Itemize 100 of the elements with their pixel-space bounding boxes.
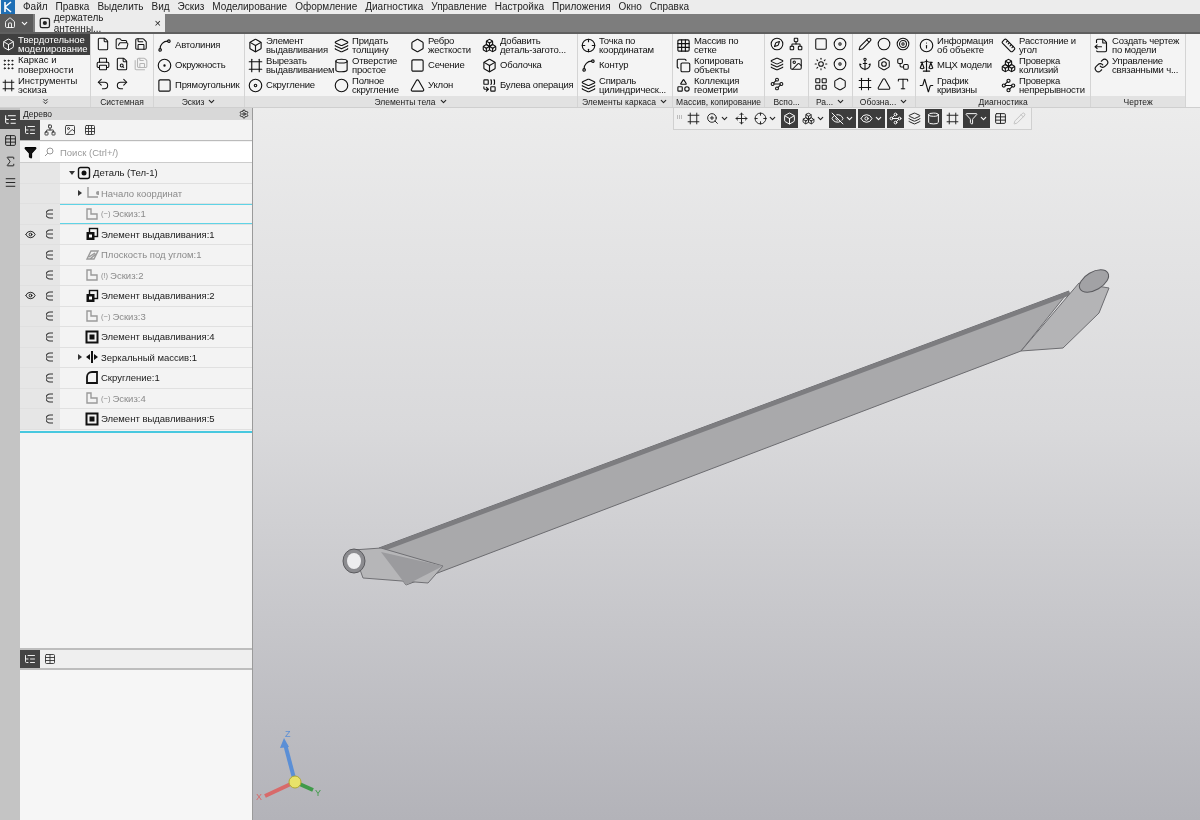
mode-button[interactable]: Каркас и поверхности [0, 54, 90, 75]
view-toolbar-button[interactable] [963, 109, 990, 128]
expanded-arrow-icon[interactable] [68, 169, 75, 176]
menu-item[interactable]: Файл [19, 0, 52, 14]
tree-row[interactable]: Элемент выдавливания:5 [60, 409, 252, 429]
ribbon-command-button[interactable]: Создать чертеж по модели [1094, 35, 1183, 55]
caret-icon[interactable] [659, 97, 669, 106]
ribbon-command-button[interactable]: Элемент выдавливания [248, 35, 334, 55]
caret-icon[interactable] [899, 97, 909, 106]
ribbon-command-button[interactable]: Прямоугольник [157, 75, 241, 95]
ribbon-command-button[interactable]: Автолиния [157, 35, 241, 55]
tree-item[interactable]: Зеркальный массив:1 [101, 351, 198, 363]
menu-item[interactable]: Справка [645, 0, 694, 14]
redo-icon [115, 77, 129, 91]
search-field[interactable]: Поиск (Ctrl+/) [58, 145, 252, 159]
close-button[interactable]: × [154, 17, 161, 29]
ribbon-command-button[interactable]: Проверка непрерывности [1001, 75, 1088, 95]
ribbon-command-button[interactable]: Сечение [410, 55, 482, 75]
collapse-icon[interactable] [40, 97, 50, 106]
tree-row[interactable]: Скругление:1 [60, 368, 252, 388]
ribbon-command-button[interactable]: МЦХ модели [919, 55, 1002, 75]
menu-item[interactable]: Моделирование [208, 0, 292, 14]
tree-item[interactable]: Элемент выдавливания:2 [101, 290, 215, 302]
grip-icon [2, 58, 15, 72]
menu-item[interactable]: Вид [147, 0, 174, 14]
ribbon-command-button[interactable]: Проверка коллизий [1001, 55, 1088, 75]
menu-item[interactable]: Диагностика [361, 0, 428, 14]
view-toolbar-button[interactable] [887, 109, 904, 128]
view-toolbar-button[interactable] [906, 109, 923, 128]
menu-item[interactable]: Настройка [490, 0, 549, 14]
ribbon-command-button[interactable]: Ребро жесткости [410, 35, 482, 55]
tree-item[interactable]: Деталь (Тел-1) [93, 167, 158, 179]
circle-icon [157, 57, 172, 73]
home-button[interactable] [0, 14, 33, 32]
member-icon [46, 372, 54, 383]
menu-item[interactable]: Управление [427, 0, 491, 14]
ribbon-command-button[interactable]: Контур [581, 55, 669, 75]
collapsed-arrow-icon[interactable] [76, 190, 83, 197]
caret-icon [874, 114, 883, 123]
filter-icon [965, 112, 978, 125]
mode-button[interactable]: Твердотельное моделирование [0, 34, 90, 55]
ribbon-command-button[interactable]: Точка по координатам [581, 35, 669, 55]
panel-tab[interactable] [20, 650, 40, 668]
scale-icon [919, 57, 935, 73]
ribbon-command-button[interactable]: Коллекция геометрии [676, 75, 756, 95]
ribbon-command-button[interactable]: Уклон [410, 75, 482, 95]
collapsed-arrow-icon[interactable] [76, 354, 83, 361]
menu-item[interactable]: Приложения [548, 0, 615, 14]
link-icon [1094, 57, 1110, 73]
ribbon-command-button[interactable]: Придать толщину [334, 35, 410, 55]
ribbon-command-button[interactable]: Булева операция [482, 75, 574, 95]
ribbon-command-button[interactable]: Оболочка [482, 55, 574, 75]
ribbon-command-button[interactable]: График кривизны [919, 75, 1002, 95]
document-title: держатель антенны... [53, 12, 105, 34]
ribbon-command-button[interactable]: Полное скругление [334, 75, 410, 95]
view-toolbar-button[interactable] [781, 109, 798, 128]
ribbon-command-button[interactable]: Массив по сетке [676, 35, 756, 55]
anchor-icon [858, 57, 873, 71]
toolbar-button[interactable] [94, 55, 112, 73]
network-icon [44, 124, 56, 136]
menu-item[interactable]: Выделить [93, 0, 148, 14]
ribbon-command-button[interactable]: Окружность [157, 55, 241, 75]
caret-icon[interactable] [207, 97, 217, 106]
ribbon-command-button[interactable]: Информация об объекте [919, 35, 1002, 55]
tree-row[interactable]: Элемент выдавливания:2 [60, 286, 252, 306]
move-icon [735, 112, 748, 125]
shapes-icon [676, 77, 691, 93]
ribbon-command-button[interactable]: Копировать объекты [676, 55, 756, 75]
tree-row[interactable]: Элемент выдавливания:4 [60, 327, 252, 347]
ribbon-command-button[interactable]: Добавить деталь-загото... [482, 35, 574, 55]
menu-item[interactable]: Эскиз [173, 0, 209, 14]
toolbar-button[interactable] [132, 35, 150, 53]
ribbon-command-button[interactable]: Спираль цилиндрическ... [581, 75, 669, 95]
tree-item[interactable]: Элемент выдавливания:4 [101, 331, 215, 343]
ribbon-command-button[interactable]: Вырезать выдавливанием [248, 55, 334, 75]
tree-row[interactable]: Элемент выдавливания:1 [60, 224, 252, 244]
document-tab[interactable]: держатель антенны... × [35, 14, 165, 32]
tree-item[interactable]: Скругление:1 [101, 372, 160, 384]
caret-icon[interactable] [438, 97, 448, 106]
tree-item[interactable]: Элемент выдавливания:5 [101, 413, 215, 425]
tree-item[interactable]: Элемент выдавливания:1 [101, 228, 215, 240]
text-tool-icon [896, 77, 911, 91]
view-toolbar-button[interactable] [733, 109, 750, 128]
view-toolbar-button[interactable] [829, 109, 856, 128]
ribbon-command-button[interactable]: Отверстие простое [334, 55, 410, 75]
view-toolbar-button[interactable] [925, 109, 942, 128]
side-tab[interactable] [0, 110, 20, 129]
search-box[interactable]: Поиск (Ctrl+/) [40, 142, 252, 162]
menu-item[interactable]: Оформление [291, 0, 362, 14]
ribbon-command-button[interactable]: Расстояние и угол [1001, 35, 1088, 55]
mode-button[interactable]: Инструменты эскиза [0, 75, 90, 96]
menu-item[interactable]: Правка [51, 0, 94, 14]
ribbon-command-button[interactable]: Скругление [248, 75, 334, 95]
panel-tool-button[interactable] [20, 120, 40, 140]
tree-row[interactable]: Зеркальный массив:1 [60, 347, 252, 367]
circle-icon [877, 37, 892, 51]
tree-row[interactable]: Деталь (Тел-1) [60, 163, 252, 183]
ribbon-command-button[interactable]: Управление связанными ч... [1094, 55, 1183, 75]
menu-item[interactable]: Окно [614, 0, 646, 14]
view-toolbar-button[interactable] [858, 109, 885, 128]
